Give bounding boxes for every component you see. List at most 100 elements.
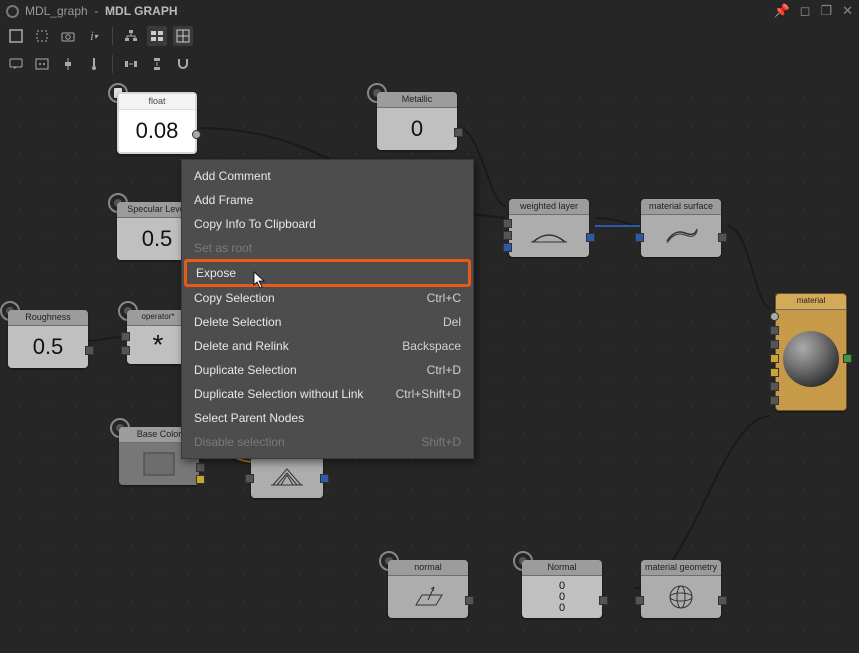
- ctx-expose[interactable]: Expose: [184, 259, 471, 287]
- ctx-copy-info[interactable]: Copy Info To Clipboard: [182, 212, 473, 236]
- output-port[interactable]: [843, 354, 852, 363]
- restore-icon[interactable]: ❐: [820, 3, 832, 19]
- output-port[interactable]: [718, 596, 727, 605]
- maximize-icon[interactable]: ◻: [800, 3, 811, 19]
- ctx-select-parents[interactable]: Select Parent Nodes: [182, 406, 473, 430]
- ctx-label: Select Parent Nodes: [194, 411, 304, 425]
- ctx-label: Expose: [196, 266, 236, 280]
- basecolor-swatch-icon: [143, 452, 175, 476]
- grid-icon[interactable]: [173, 26, 193, 46]
- input-port[interactable]: [503, 231, 512, 240]
- toolbar-secondary: [0, 50, 859, 78]
- ctx-copy-selection[interactable]: Copy Selection Ctrl+C: [182, 286, 473, 310]
- v-distribute-icon[interactable]: [147, 54, 167, 74]
- node-float[interactable]: float 0.08: [117, 92, 197, 154]
- input-port[interactable]: [770, 382, 779, 391]
- ctx-label: Add Comment: [194, 169, 271, 183]
- node-material-geometry[interactable]: material geometry: [641, 560, 721, 618]
- output-port[interactable]: [196, 475, 205, 484]
- output-port[interactable]: [718, 233, 727, 242]
- input-port[interactable]: [770, 340, 779, 349]
- ctx-label: Copy Selection: [194, 291, 275, 305]
- output-port[interactable]: [196, 463, 205, 472]
- snap-icon[interactable]: [173, 54, 193, 74]
- node-weighted-layer[interactable]: weighted layer: [509, 199, 589, 257]
- node-body: [641, 215, 721, 257]
- ctx-shortcut: Shift+D: [421, 435, 461, 449]
- window-title: MDL_graph - MDL GRAPH: [25, 4, 178, 18]
- ctx-delete-selection[interactable]: Delete Selection Del: [182, 310, 473, 334]
- input-port[interactable]: [503, 243, 512, 252]
- fit-selection-icon[interactable]: [32, 26, 52, 46]
- output-port[interactable]: [320, 474, 329, 483]
- ctx-duplicate-selection[interactable]: Duplicate Selection Ctrl+D: [182, 358, 473, 382]
- output-port[interactable]: [599, 596, 608, 605]
- node-metallic[interactable]: Metallic 0: [377, 92, 457, 150]
- comment-icon[interactable]: [6, 54, 26, 74]
- input-port[interactable]: [121, 332, 130, 341]
- node-header: material surface: [641, 199, 721, 215]
- frame-icon[interactable]: [32, 54, 52, 74]
- vec-z: 0: [559, 603, 565, 614]
- layout-hierarchy-icon[interactable]: [121, 26, 141, 46]
- node-material-output[interactable]: material: [775, 293, 847, 411]
- output-port[interactable]: [586, 233, 595, 242]
- ctx-duplicate-nolink[interactable]: Duplicate Selection without Link Ctrl+Sh…: [182, 382, 473, 406]
- ctx-shortcut: Ctrl+Shift+D: [396, 387, 461, 401]
- toolbar-separator: [112, 27, 113, 45]
- output-port[interactable]: [192, 130, 201, 139]
- node-operator-multiply[interactable]: operator* *: [127, 310, 189, 364]
- input-port[interactable]: [245, 474, 254, 483]
- node-body: [509, 215, 589, 257]
- title-bar: MDL_graph - MDL GRAPH 📌 ◻ ❐ ✕: [0, 0, 859, 22]
- title-prefix: MDL_graph: [25, 4, 88, 18]
- ctx-shortcut: Del: [443, 315, 461, 329]
- material-preview-sphere-icon: [783, 331, 839, 387]
- input-port[interactable]: [770, 396, 779, 405]
- input-port[interactable]: [503, 219, 512, 228]
- vector-stack: 0 0 0: [559, 581, 565, 614]
- node-body: [776, 310, 846, 408]
- vec-x: 0: [559, 581, 565, 592]
- title-suffix: MDL GRAPH: [105, 4, 177, 18]
- ctx-label: Duplicate Selection: [194, 363, 297, 377]
- info-icon[interactable]: i▾: [84, 26, 104, 46]
- globe-icon: [665, 582, 697, 612]
- snapshot-icon[interactable]: [58, 26, 78, 46]
- output-port[interactable]: [85, 346, 94, 355]
- input-port[interactable]: [121, 346, 130, 355]
- node-normal-value[interactable]: Normal 0 0 0: [522, 560, 602, 618]
- node-header: material geometry: [641, 560, 721, 576]
- ctx-add-comment[interactable]: Add Comment: [182, 164, 473, 188]
- output-port[interactable]: [465, 596, 474, 605]
- input-port[interactable]: [635, 596, 644, 605]
- ctx-add-frame[interactable]: Add Frame: [182, 188, 473, 212]
- surface-icon: [661, 223, 701, 249]
- input-port[interactable]: [770, 312, 779, 321]
- layer-icon: [529, 224, 569, 248]
- layout-align-icon[interactable]: [147, 26, 167, 46]
- node-normal[interactable]: normal: [388, 560, 468, 618]
- input-port[interactable]: [635, 233, 644, 242]
- node-value: 0.08: [119, 110, 195, 152]
- node-material-surface[interactable]: material surface: [641, 199, 721, 257]
- context-menu[interactable]: Add Comment Add Frame Copy Info To Clipb…: [181, 159, 474, 459]
- input-port[interactable]: [770, 354, 779, 363]
- fit-view-icon[interactable]: [6, 26, 26, 46]
- node-roughness[interactable]: Roughness 0.5: [8, 310, 88, 368]
- pin-node-icon[interactable]: [58, 54, 78, 74]
- output-port[interactable]: [454, 128, 463, 137]
- input-port[interactable]: [770, 368, 779, 377]
- input-port[interactable]: [770, 326, 779, 335]
- close-icon[interactable]: ✕: [842, 3, 853, 19]
- node-header: weighted layer: [509, 199, 589, 215]
- pin-icon[interactable]: 📌: [773, 3, 789, 19]
- expose-pin-icon[interactable]: [84, 54, 104, 74]
- node-value: 0 0 0: [522, 576, 602, 618]
- ctx-delete-relink[interactable]: Delete and Relink Backspace: [182, 334, 473, 358]
- ctx-set-as-root: Set as root: [182, 236, 473, 260]
- node-header: Normal: [522, 560, 602, 576]
- h-distribute-icon[interactable]: [121, 54, 141, 74]
- node-header: operator*: [127, 310, 189, 326]
- vec-y: 0: [559, 592, 565, 603]
